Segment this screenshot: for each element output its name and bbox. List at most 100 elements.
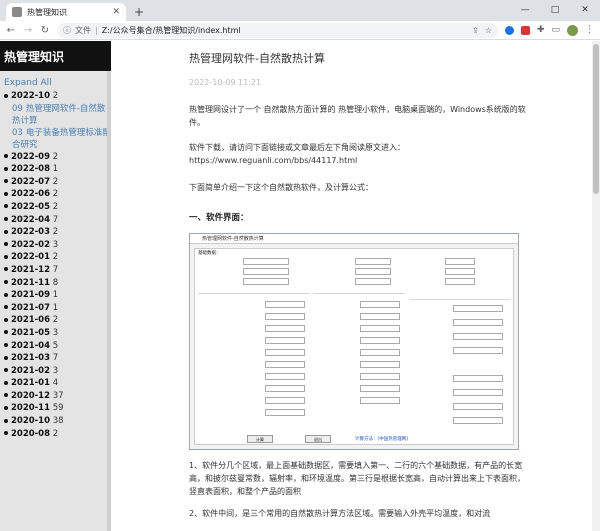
archive-year-item[interactable]: 2021-09 1 xyxy=(0,289,111,302)
archive-count: 2 xyxy=(52,227,59,238)
page-scrollbar[interactable] xyxy=(592,41,600,531)
new-tab-button[interactable]: + xyxy=(134,6,144,18)
close-window-button[interactable]: ✕ xyxy=(570,0,600,20)
archive-post-link[interactable]: 09 热管理网软件-自然散热计算 xyxy=(0,103,111,127)
bullet-icon xyxy=(4,242,8,247)
extension-icon[interactable] xyxy=(504,25,514,35)
scrollbar-thumb[interactable] xyxy=(593,44,599,194)
archive-year: 2021-11 xyxy=(11,277,51,288)
forward-icon[interactable]: → xyxy=(23,25,33,36)
archive-count: 2 xyxy=(52,151,59,162)
archive-year-item[interactable]: 2022-02 3 xyxy=(0,239,111,252)
browser-tab[interactable]: 热管理知识 ✕ xyxy=(6,3,126,21)
share-icon[interactable]: ⇪ xyxy=(472,26,479,35)
archive-year-item[interactable]: 2022-03 2 xyxy=(0,226,111,239)
archive-count: 7 xyxy=(52,214,59,225)
archive-year-item[interactable]: 2022-10 2 xyxy=(0,90,111,103)
archive-year-item[interactable]: 2022-09 2 xyxy=(0,151,111,164)
post-day: 09 xyxy=(12,103,23,114)
main-content: 热管理网软件-自然散热计算 2022-10-09 11:21 热管理网设计了一个… xyxy=(111,41,600,531)
archive-count: 59 xyxy=(52,403,64,414)
archive-post-link[interactable]: 03 电子装备热管理标准融合研究 xyxy=(0,127,111,151)
archive-year-item[interactable]: 2022-05 2 xyxy=(0,201,111,214)
archive-count: 5 xyxy=(52,340,59,351)
archive-year: 2021-03 xyxy=(11,353,51,364)
sidepanel-icon[interactable]: ▭ xyxy=(551,25,560,35)
archive-year-item[interactable]: 2021-05 3 xyxy=(0,327,111,340)
archive-year: 2021-01 xyxy=(11,378,51,389)
download-text: 软件下载，请访问下面链接或文章最后左下角阅读原文进入： xyxy=(189,143,405,152)
archive-year-item[interactable]: 2021-07 1 xyxy=(0,302,111,315)
article-intro: 热管理网设计了一个 自然散热方面计算的 热管理小软件，电脑桌面端的，Window… xyxy=(189,105,526,127)
section-intro: 下面简单介绍一下这个自然散热软件，及计算公式： xyxy=(189,183,373,192)
sidebar: 热管理知识 Expand All 2022-10 2 09 热管理网软件-自然散热计… xyxy=(0,41,111,531)
archive-count: 38 xyxy=(52,416,64,427)
paragraph-2: 2、软件中间，是三个常用的自然散热计算方法区域。需要输入外壳平均温度，和对流 xyxy=(189,509,491,518)
archive-year-item[interactable]: 2021-01 4 xyxy=(0,377,111,390)
bullet-icon xyxy=(4,179,8,184)
archive-year-item[interactable]: 2020-08 2 xyxy=(0,428,111,441)
screenshot-input xyxy=(360,397,400,404)
minimize-button[interactable]: — xyxy=(510,0,540,20)
browser-toolbar: ← → ↻ ⓘ 文件 | Z:/公众号集合/热管理知识/index.html ⇪… xyxy=(0,21,600,40)
back-icon[interactable]: ← xyxy=(6,25,16,36)
expand-all-link[interactable]: Expand All xyxy=(0,71,111,90)
reload-icon[interactable]: ↻ xyxy=(40,25,50,36)
bookmark-star-icon[interactable]: ☆ xyxy=(485,26,492,35)
archive-count: 4 xyxy=(52,378,59,389)
download-link[interactable]: https://www.reguanli.com/bbs/44117.html xyxy=(189,156,357,165)
archive-year-item[interactable]: 2022-07 2 xyxy=(0,176,111,189)
archive-count: 1 xyxy=(52,164,59,175)
screenshot-input xyxy=(265,349,305,356)
archive-year-item[interactable]: 2022-04 7 xyxy=(0,214,111,227)
archive-year-item[interactable]: 2022-01 2 xyxy=(0,251,111,264)
screenshot-input xyxy=(265,361,305,368)
archive-year-item[interactable]: 2020-12 37 xyxy=(0,390,111,403)
menu-icon[interactable]: ⋮ xyxy=(585,25,594,35)
archive-count: 3 xyxy=(52,365,59,376)
screenshot-input xyxy=(453,375,503,382)
address-scheme-label: 文件 xyxy=(75,25,91,35)
archive-year-item[interactable]: 2021-04 5 xyxy=(0,340,111,353)
screenshot-input xyxy=(360,313,400,320)
screenshot-input xyxy=(265,301,305,308)
archive-year-item[interactable]: 2020-11 59 xyxy=(0,402,111,415)
bullet-icon xyxy=(4,280,8,285)
screenshot-input xyxy=(265,397,305,404)
bullet-icon xyxy=(4,368,8,373)
archive-count: 2 xyxy=(52,176,59,187)
archive-year-item[interactable]: 2021-03 7 xyxy=(0,352,111,365)
screenshot-input xyxy=(445,258,475,265)
archive-year-item[interactable]: 2021-02 3 xyxy=(0,365,111,378)
archive-count: 3 xyxy=(52,327,59,338)
address-url[interactable]: Z:/公众号集合/热管理知识/index.html xyxy=(102,25,241,36)
archive-count: 2 xyxy=(52,189,59,200)
screenshot-input xyxy=(243,268,289,275)
archive-year: 2022-06 xyxy=(11,189,51,200)
screenshot-input xyxy=(453,403,503,410)
screenshot-input xyxy=(360,337,400,344)
screenshot-input xyxy=(355,278,391,285)
screenshot-input xyxy=(355,268,391,275)
archive-year-item[interactable]: 2021-12 7 xyxy=(0,264,111,277)
archive-year-item[interactable]: 2022-06 2 xyxy=(0,188,111,201)
archive-year: 2022-02 xyxy=(11,239,51,250)
screenshot-input xyxy=(355,258,391,265)
extension-icon-red[interactable] xyxy=(520,25,530,35)
bullet-icon xyxy=(4,166,8,171)
archive-year: 2022-05 xyxy=(11,201,51,212)
close-icon[interactable]: ✕ xyxy=(112,7,120,17)
info-icon[interactable]: ⓘ xyxy=(63,25,71,36)
puzzle-icon[interactable]: ✚ xyxy=(537,25,545,35)
address-bar[interactable]: ⓘ 文件 | Z:/公众号集合/热管理知识/index.html ⇪ ☆ xyxy=(57,22,498,38)
archive-year-item[interactable]: 2021-11 8 xyxy=(0,277,111,290)
archive-year-item[interactable]: 2020-10 38 xyxy=(0,415,111,428)
maximize-button[interactable]: □ xyxy=(540,0,570,20)
bullet-icon xyxy=(4,191,8,196)
archive-year: 2021-02 xyxy=(11,365,51,376)
screenshot-input xyxy=(360,325,400,332)
profile-avatar[interactable] xyxy=(567,24,578,36)
section-heading: 一、软件界面： xyxy=(189,213,249,223)
archive-year-item[interactable]: 2021-06 2 xyxy=(0,314,111,327)
archive-year-item[interactable]: 2022-08 1 xyxy=(0,163,111,176)
